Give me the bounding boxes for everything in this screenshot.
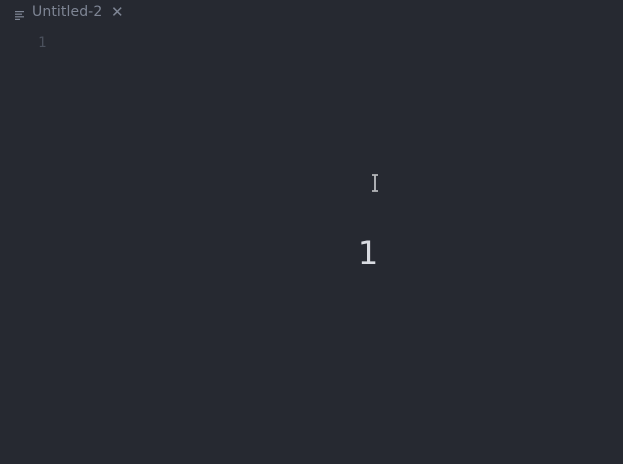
lines-icon <box>14 6 26 20</box>
editor-pane[interactable]: 1 1 <box>0 24 623 464</box>
close-icon[interactable]: ✕ <box>110 5 124 20</box>
text-cursor-icon <box>370 174 380 192</box>
editor-window: Untitled-2 ✕ 1 1 <box>0 0 623 464</box>
tab-untitled-2[interactable]: Untitled-2 ✕ <box>10 1 128 23</box>
overlay-number: 1 <box>357 234 379 272</box>
tab-title: Untitled-2 <box>32 4 103 20</box>
line-number: 1 <box>38 35 47 51</box>
text-area[interactable]: 1 <box>56 24 623 464</box>
tab-bar: Untitled-2 ✕ <box>0 0 623 24</box>
line-gutter: 1 <box>0 24 56 464</box>
